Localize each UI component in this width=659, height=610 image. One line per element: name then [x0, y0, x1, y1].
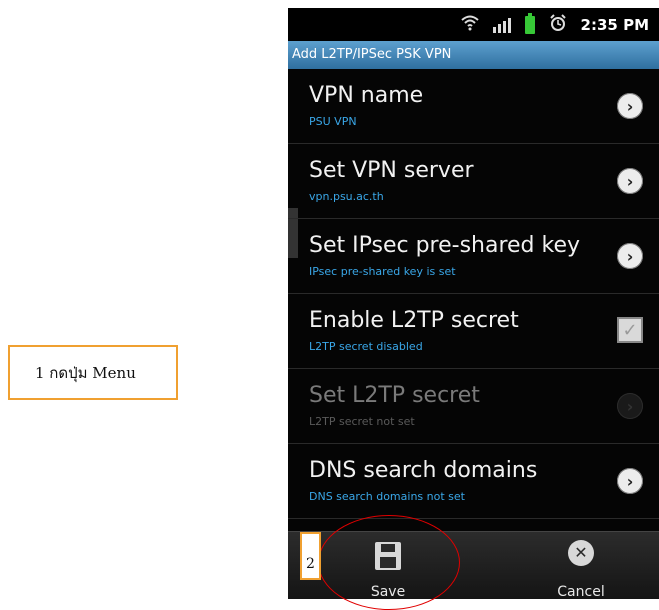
setting-summary: DNS search domains not set	[309, 490, 465, 503]
battery-icon	[524, 13, 535, 34]
phone-screen: 2:35 PM Add L2TP/IPSec PSK VPN VPN name …	[288, 8, 659, 599]
setting-ipsec-key[interactable]: Set IPsec pre-shared key IPsec pre-share…	[288, 219, 659, 294]
setting-title: Set L2TP secret	[309, 383, 480, 408]
annotation-step-2-text: 2	[306, 556, 315, 572]
setting-summary: PSU VPN	[309, 115, 357, 128]
setting-title: VPN name	[309, 83, 424, 108]
setting-enable-l2tp-secret[interactable]: Enable L2TP secret L2TP secret disabled …	[288, 294, 659, 369]
status-time: 2:35 PM	[580, 16, 649, 34]
status-bar: 2:35 PM	[288, 8, 659, 41]
chevron-right-icon[interactable]: ›	[617, 168, 643, 194]
setting-l2tp-secret: Set L2TP secret L2TP secret not set ›	[288, 369, 659, 444]
setting-title: Enable L2TP secret	[309, 308, 519, 333]
setting-vpn-name[interactable]: VPN name PSU VPN ›	[288, 69, 659, 144]
wifi-icon	[460, 15, 479, 35]
setting-summary: IPsec pre-shared key is set	[309, 265, 456, 278]
cancel-label: Cancel	[557, 584, 605, 599]
chevron-right-icon[interactable]: ›	[617, 468, 643, 494]
annotation-step-1-text: 1 กดปุ่ม Menu	[35, 363, 136, 382]
setting-summary: L2TP secret disabled	[309, 340, 423, 353]
enable-l2tp-secret-checkbox[interactable]: ✓	[617, 317, 643, 343]
annotation-step-2: 2	[300, 532, 321, 580]
setting-title: Set VPN server	[309, 158, 474, 183]
alarm-icon	[549, 14, 567, 36]
cancel-button[interactable]: ✕ Cancel	[521, 532, 641, 599]
settings-list: VPN name PSU VPN › Set VPN server vpn.ps…	[288, 69, 659, 519]
highlight-circle	[318, 515, 460, 610]
setting-dns-search-domains[interactable]: DNS search domains DNS search domains no…	[288, 444, 659, 519]
page-title: Add L2TP/IPSec PSK VPN	[288, 41, 659, 69]
chevron-right-icon[interactable]: ›	[617, 243, 643, 269]
setting-title: Set IPsec pre-shared key	[309, 233, 581, 258]
annotation-step-1: 1 กดปุ่ม Menu	[8, 345, 178, 400]
setting-title: DNS search domains	[309, 458, 538, 483]
chevron-right-icon[interactable]: ›	[617, 93, 643, 119]
chevron-right-icon: ›	[617, 393, 643, 419]
setting-vpn-server[interactable]: Set VPN server vpn.psu.ac.th ›	[288, 144, 659, 219]
setting-summary: L2TP secret not set	[309, 415, 415, 428]
cancel-icon: ✕	[568, 540, 594, 566]
signal-icon	[492, 17, 511, 33]
setting-summary: vpn.psu.ac.th	[309, 190, 384, 203]
